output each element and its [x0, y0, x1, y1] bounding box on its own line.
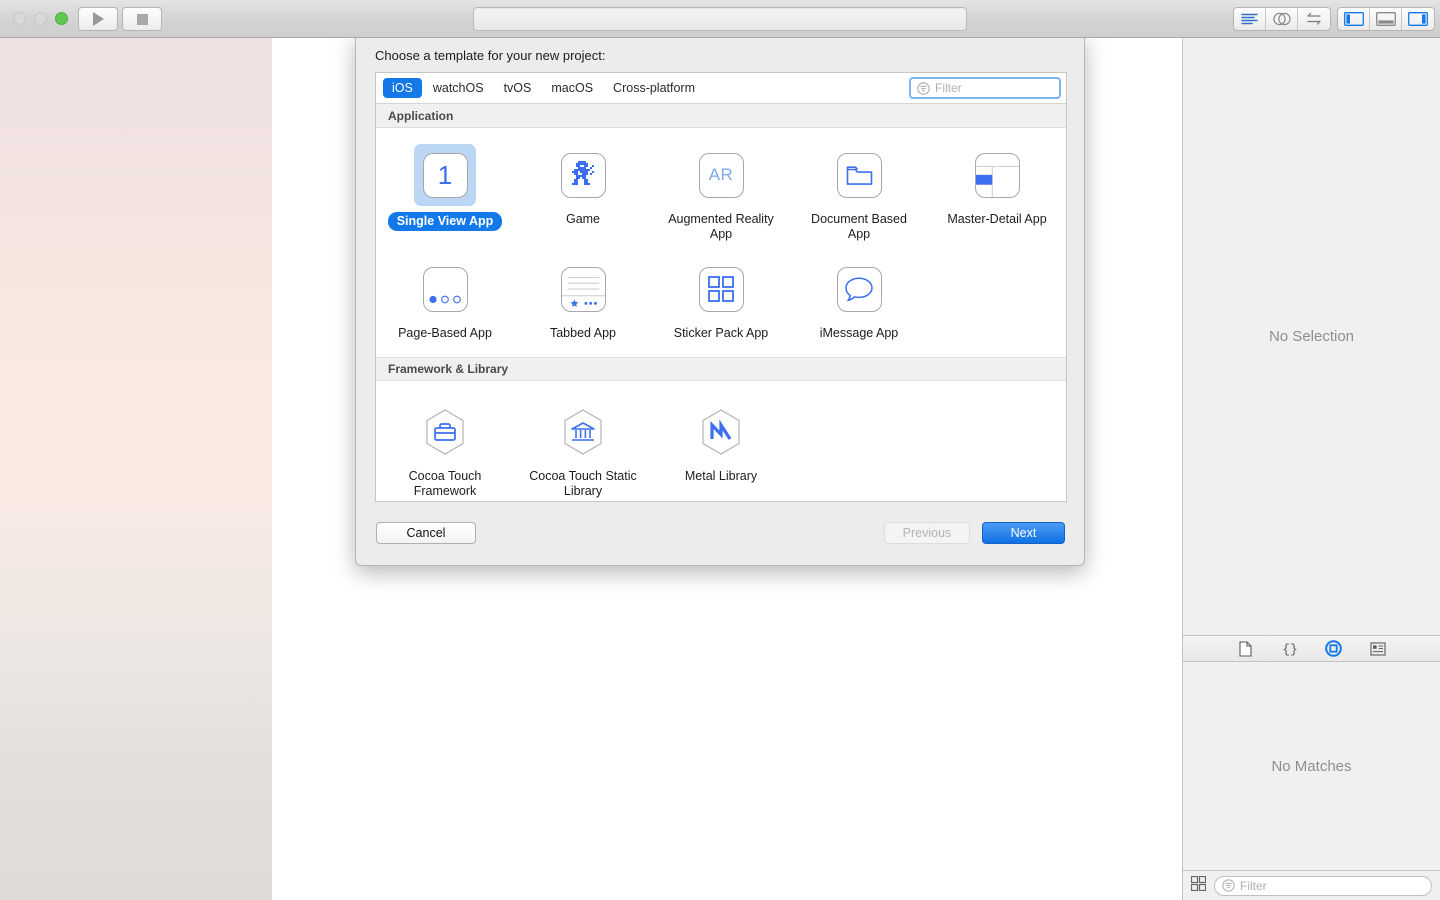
grid-view-icon[interactable]: [1191, 876, 1206, 896]
template-label: iMessage App: [820, 326, 899, 341]
run-button[interactable]: [78, 7, 118, 31]
briefcase-hex-icon: [414, 401, 476, 463]
template-filter-input[interactable]: Filter: [909, 77, 1061, 99]
ar-icon: AR: [690, 144, 752, 206]
application-template-grid: 1 Single View App: [376, 128, 1066, 357]
template-tile-metal-library[interactable]: Metal Library: [652, 395, 790, 502]
template-label: Game: [566, 212, 600, 227]
view-toggles-segmented-control: [1337, 7, 1435, 31]
previous-button[interactable]: Previous: [884, 522, 970, 544]
stop-button[interactable]: [122, 7, 162, 31]
template-tile-page-based-app[interactable]: Page-Based App: [376, 252, 514, 351]
object-library-icon[interactable]: [1323, 639, 1345, 659]
template-tile-sticker-pack-app[interactable]: Sticker Pack App: [652, 252, 790, 351]
tab-bar-icon: [552, 258, 614, 320]
template-tile-single-view-app[interactable]: 1 Single View App: [376, 138, 514, 252]
platform-tab-macos[interactable]: macOS: [542, 78, 602, 98]
template-tile-cocoa-touch-static-library[interactable]: Cocoa Touch Static Library: [514, 395, 652, 502]
zoom-button[interactable]: [55, 12, 68, 25]
template-tile-game[interactable]: Game: [514, 138, 652, 252]
folder-icon: [828, 144, 890, 206]
template-label: Master-Detail App: [947, 212, 1046, 227]
bank-hex-icon: [552, 401, 614, 463]
framework-template-grid: Cocoa Touch Framework: [376, 381, 1066, 502]
no-matches-label: No Matches: [1271, 758, 1351, 775]
no-selection-label: No Selection: [1269, 328, 1354, 345]
template-browser: iOS watchOS tvOS macOS Cross-platform Fi…: [375, 72, 1067, 502]
template-label: Document Based App: [799, 212, 919, 242]
speech-bubble-icon: [828, 258, 890, 320]
utilities-toggle-icon[interactable]: [1402, 8, 1434, 30]
version-editor-icon[interactable]: [1298, 8, 1330, 30]
utilities-panel: No Selection {} No Matches Filter: [1182, 38, 1440, 900]
new-project-template-sheet: Choose a template for your new project: …: [355, 34, 1085, 566]
template-label: Metal Library: [685, 469, 757, 484]
library-filter-bar: Filter: [1183, 870, 1440, 900]
activity-status-bar: [473, 7, 967, 31]
template-label: Augmented Reality App: [661, 212, 781, 242]
traffic-lights: [13, 12, 68, 25]
template-tile-imessage-app[interactable]: iMessage App: [790, 252, 928, 351]
library-filter-placeholder: Filter: [1240, 879, 1267, 893]
filter-circle-icon: [917, 82, 930, 95]
template-tile-document-based-app[interactable]: Document Based App: [790, 138, 928, 252]
code-snippet-library-icon[interactable]: {}: [1279, 639, 1301, 659]
library-pane: No Matches: [1183, 662, 1440, 870]
debug-area-toggle-icon[interactable]: [1370, 8, 1402, 30]
file-template-library-icon[interactable]: [1235, 639, 1257, 659]
media-library-icon[interactable]: [1367, 639, 1389, 659]
platform-tab-bar: iOS watchOS tvOS macOS Cross-platform Fi…: [376, 73, 1066, 104]
stop-icon: [137, 14, 148, 25]
metal-hex-icon: [690, 401, 752, 463]
standard-editor-icon[interactable]: [1234, 8, 1266, 30]
template-label: Single View App: [388, 212, 503, 231]
window-toolbar: [0, 0, 1440, 38]
play-icon: [93, 12, 104, 26]
template-label: Tabbed App: [550, 326, 616, 341]
template-filter-placeholder: Filter: [935, 81, 962, 95]
template-tile-master-detail-app[interactable]: Master-Detail App: [928, 138, 1066, 252]
library-tab-bar: {}: [1183, 635, 1440, 662]
cancel-button[interactable]: Cancel: [376, 522, 476, 544]
template-tile-empty-slot: [928, 395, 1066, 502]
grid-four-icon: [690, 258, 752, 320]
platform-tab-cross-platform[interactable]: Cross-platform: [604, 78, 704, 98]
next-button[interactable]: Next: [982, 522, 1065, 544]
library-filter-input[interactable]: Filter: [1214, 876, 1432, 896]
template-label: Page-Based App: [398, 326, 492, 341]
template-tile-augmented-reality-app[interactable]: AR Augmented Reality App: [652, 138, 790, 252]
minimize-button[interactable]: [34, 12, 47, 25]
template-tile-tabbed-app[interactable]: Tabbed App: [514, 252, 652, 351]
template-tile-empty-slot: [790, 395, 928, 502]
sheet-title: Choose a template for your new project:: [375, 48, 606, 63]
template-tile-empty-slot: [928, 252, 1066, 351]
close-button[interactable]: [13, 12, 26, 25]
single-view-icon: 1: [414, 144, 476, 206]
editor-mode-segmented-control: [1233, 7, 1331, 31]
template-label: Cocoa Touch Framework: [385, 469, 505, 499]
svg-text:{}: {}: [1282, 642, 1298, 657]
platform-tab-ios[interactable]: iOS: [383, 78, 422, 98]
template-label: Sticker Pack App: [674, 326, 769, 341]
section-header-framework-library: Framework & Library: [376, 357, 1066, 381]
template-tile-cocoa-touch-framework[interactable]: Cocoa Touch Framework: [376, 395, 514, 502]
template-label: Cocoa Touch Static Library: [523, 469, 643, 499]
section-header-application: Application: [376, 104, 1066, 128]
game-sprite-icon: [552, 144, 614, 206]
navigator-toggle-icon[interactable]: [1338, 8, 1370, 30]
platform-tab-watchos[interactable]: watchOS: [424, 78, 493, 98]
filter-circle-icon: [1222, 879, 1235, 892]
inspector-pane: No Selection: [1183, 38, 1440, 635]
split-view-icon: [966, 144, 1028, 206]
platform-tab-tvos[interactable]: tvOS: [495, 78, 541, 98]
page-dots-icon: [414, 258, 476, 320]
assistant-editor-icon[interactable]: [1266, 8, 1298, 30]
